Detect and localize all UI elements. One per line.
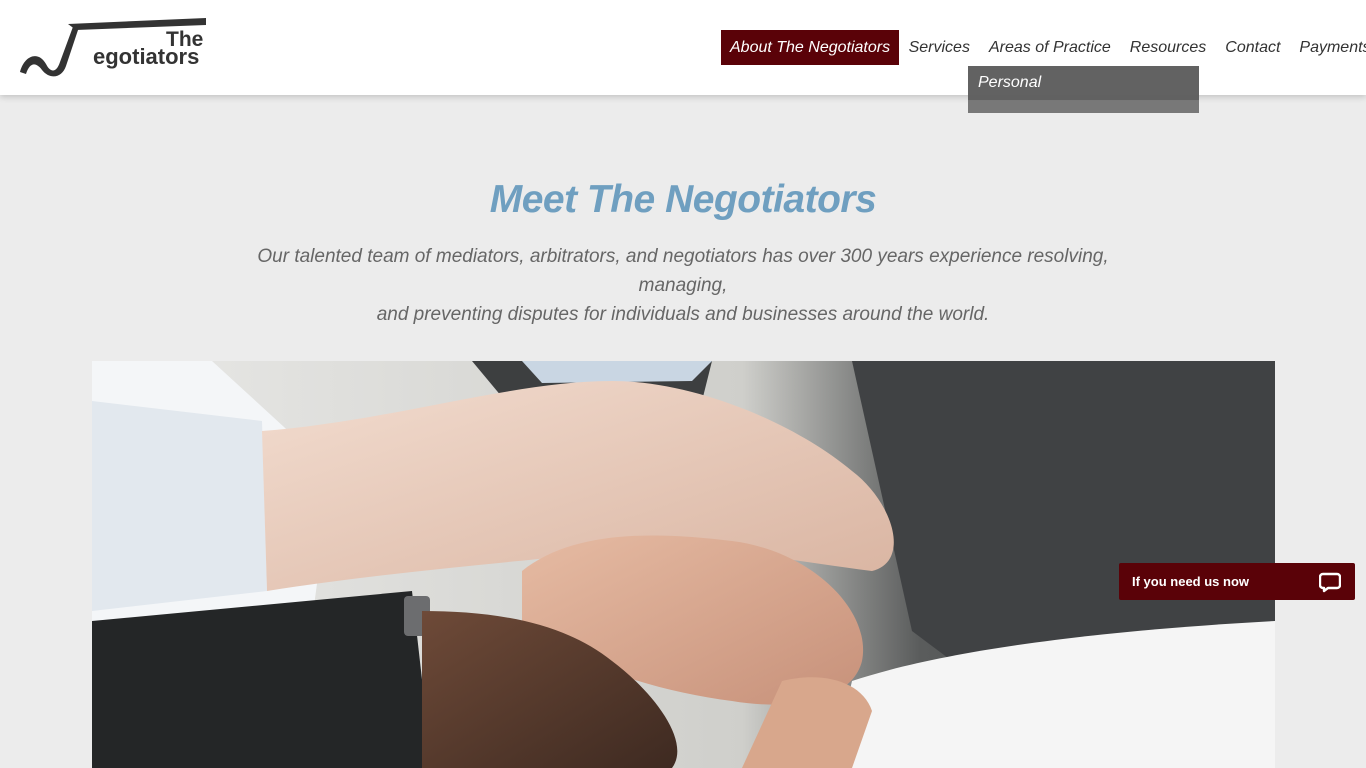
dropdown-item-personal[interactable]: Personal: [968, 66, 1199, 100]
chat-bubble-icon: [1318, 571, 1342, 593]
svg-text:egotiators: egotiators: [93, 44, 199, 69]
nav-areas-of-practice[interactable]: Areas of Practice: [979, 30, 1120, 65]
nav-contact[interactable]: Contact: [1216, 30, 1290, 65]
site-logo[interactable]: The egotiators: [16, 16, 210, 80]
intro-line-1: Our talented team of mediators, arbitrat…: [257, 246, 1109, 296]
nav-services[interactable]: Services: [899, 30, 979, 65]
nav-resources[interactable]: Resources: [1120, 30, 1215, 65]
negotiators-logo-icon: The egotiators: [20, 18, 206, 77]
chat-widget-button[interactable]: If you need us now: [1119, 563, 1355, 600]
main-nav: About The Negotiators Services Areas of …: [721, 30, 1366, 65]
chat-label: If you need us now: [1132, 574, 1250, 589]
intro-line-2: and preventing disputes for individuals …: [376, 304, 990, 325]
nav-about[interactable]: About The Negotiators: [721, 30, 900, 65]
nav-payments[interactable]: Payments: [1290, 30, 1366, 65]
hero-image: [92, 361, 1275, 768]
stacked-hands-photo-icon: [92, 361, 1275, 768]
intro-text: Our talented team of mediators, arbitrat…: [233, 242, 1133, 329]
areas-dropdown: Personal: [968, 66, 1199, 113]
page-title: Meet The Negotiators: [489, 178, 877, 221]
